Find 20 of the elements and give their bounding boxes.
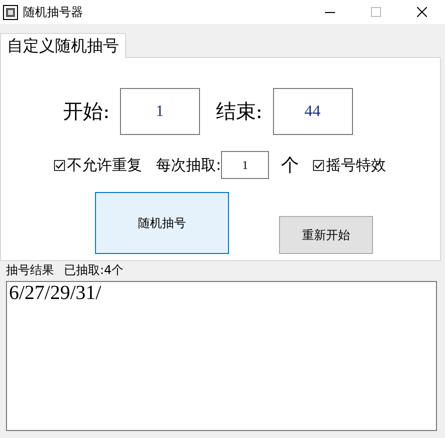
result-field[interactable]: 6/27/29/31/ bbox=[6, 281, 437, 431]
checkbox-label: 不允许重复 bbox=[67, 156, 142, 174]
start-field[interactable]: 1 bbox=[120, 88, 200, 135]
start-label: 开始: bbox=[63, 98, 110, 125]
close-icon[interactable] bbox=[417, 7, 427, 17]
unit-label: 个 bbox=[281, 154, 300, 177]
count-field[interactable]: 1 bbox=[221, 151, 270, 179]
restart-button[interactable]: 重新开始 bbox=[279, 216, 373, 254]
end-field[interactable]: 44 bbox=[272, 88, 352, 135]
tab[interactable]: 自定义随机抽号 bbox=[0, 33, 126, 58]
checkbox[interactable] bbox=[54, 160, 65, 170]
result-title: 抽号结果 bbox=[6, 262, 54, 279]
checkbox-label: 摇号特效 bbox=[326, 156, 386, 174]
app-icon bbox=[3, 4, 18, 20]
drawn-count: 已抽取:4个 bbox=[64, 262, 124, 279]
count-label: 每次抽取: bbox=[156, 156, 222, 174]
end-label: 结束: bbox=[216, 98, 262, 125]
window-title: 随机抽号器 bbox=[23, 4, 83, 20]
draw-button[interactable]: 随机抽号 bbox=[95, 192, 229, 254]
checkbox[interactable] bbox=[313, 160, 324, 170]
